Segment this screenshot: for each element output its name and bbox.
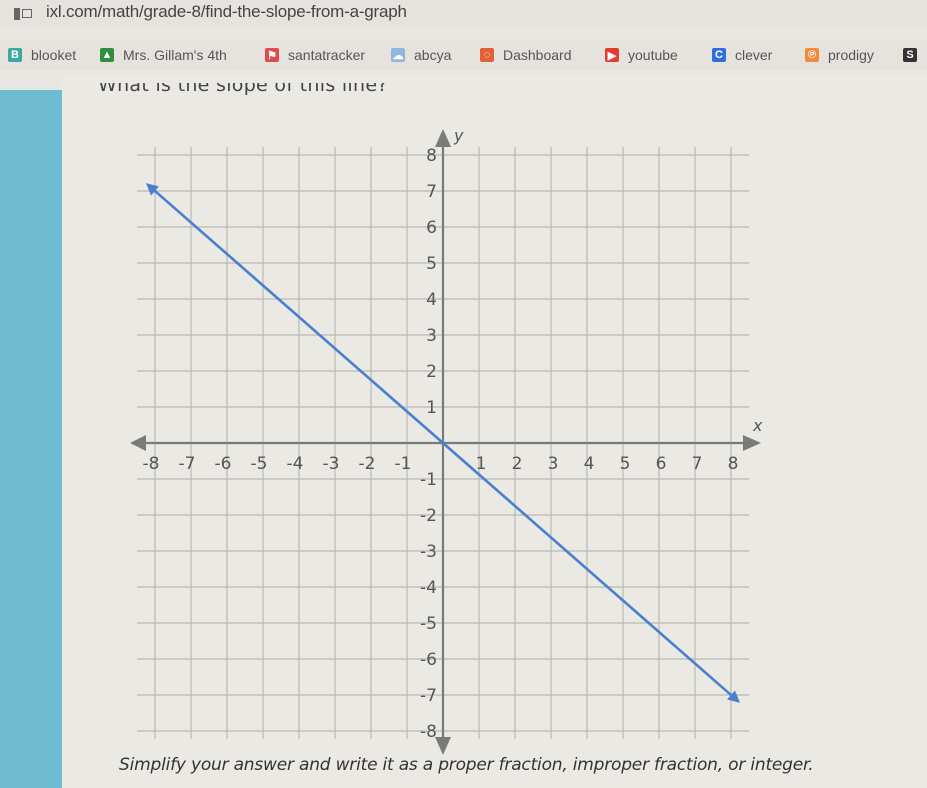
y-tick-label: -8 xyxy=(420,722,437,742)
x-tick-label: 7 xyxy=(692,454,703,474)
y-tick-label: -3 xyxy=(420,542,437,562)
x-tick-label: -3 xyxy=(323,454,340,474)
y-tick-label: -7 xyxy=(420,686,437,706)
x-axis-label: x xyxy=(752,416,763,435)
y-tick-label: -6 xyxy=(420,650,437,670)
y-axis-label: y xyxy=(453,126,464,145)
y-axis-up-arrow xyxy=(435,129,451,147)
y-tick-label: -1 xyxy=(420,470,437,490)
x-tick-label: -7 xyxy=(179,454,196,474)
x-tick-label: -8 xyxy=(143,454,160,474)
y-tick-label: 1 xyxy=(426,398,437,418)
x-tick-label: -5 xyxy=(251,454,268,474)
instructions-text: Simplify your answer and write it as a p… xyxy=(119,755,814,775)
x-tick-label: -2 xyxy=(359,454,376,474)
y-tick-label: 8 xyxy=(426,146,437,166)
coordinate-graph: x y -8 -7 -6 -5 -4 -3 -2 -1 1 2 3 4 5 6 7 8 -8 -7 -6 -5 -4 -3 -2… xyxy=(130,126,763,755)
x-tick-label: -4 xyxy=(287,454,304,474)
y-tick-label: -4 xyxy=(420,578,437,598)
x-tick-label: 6 xyxy=(656,454,667,474)
x-tick-label: 1 xyxy=(476,454,487,474)
x-tick-label: 2 xyxy=(512,454,523,474)
x-axis-right-arrow xyxy=(743,435,761,451)
y-tick-label: 6 xyxy=(426,218,437,238)
x-tick-label: -6 xyxy=(215,454,232,474)
x-tick-label: 4 xyxy=(584,454,595,474)
y-tick-label: -5 xyxy=(420,614,437,634)
x-tick-label: -1 xyxy=(395,454,412,474)
y-tick-label: 4 xyxy=(426,290,437,310)
y-tick-label: -2 xyxy=(420,506,437,526)
x-tick-label: 8 xyxy=(728,454,739,474)
y-tick-label: 7 xyxy=(426,182,437,202)
y-axis-down-arrow xyxy=(435,737,451,755)
y-tick-label: 2 xyxy=(426,362,437,382)
y-tick-label: 5 xyxy=(426,254,437,274)
x-tick-label: 3 xyxy=(548,454,559,474)
x-axis-left-arrow xyxy=(130,435,146,451)
x-tick-label: 5 xyxy=(620,454,631,474)
y-tick-label: 3 xyxy=(426,326,437,346)
